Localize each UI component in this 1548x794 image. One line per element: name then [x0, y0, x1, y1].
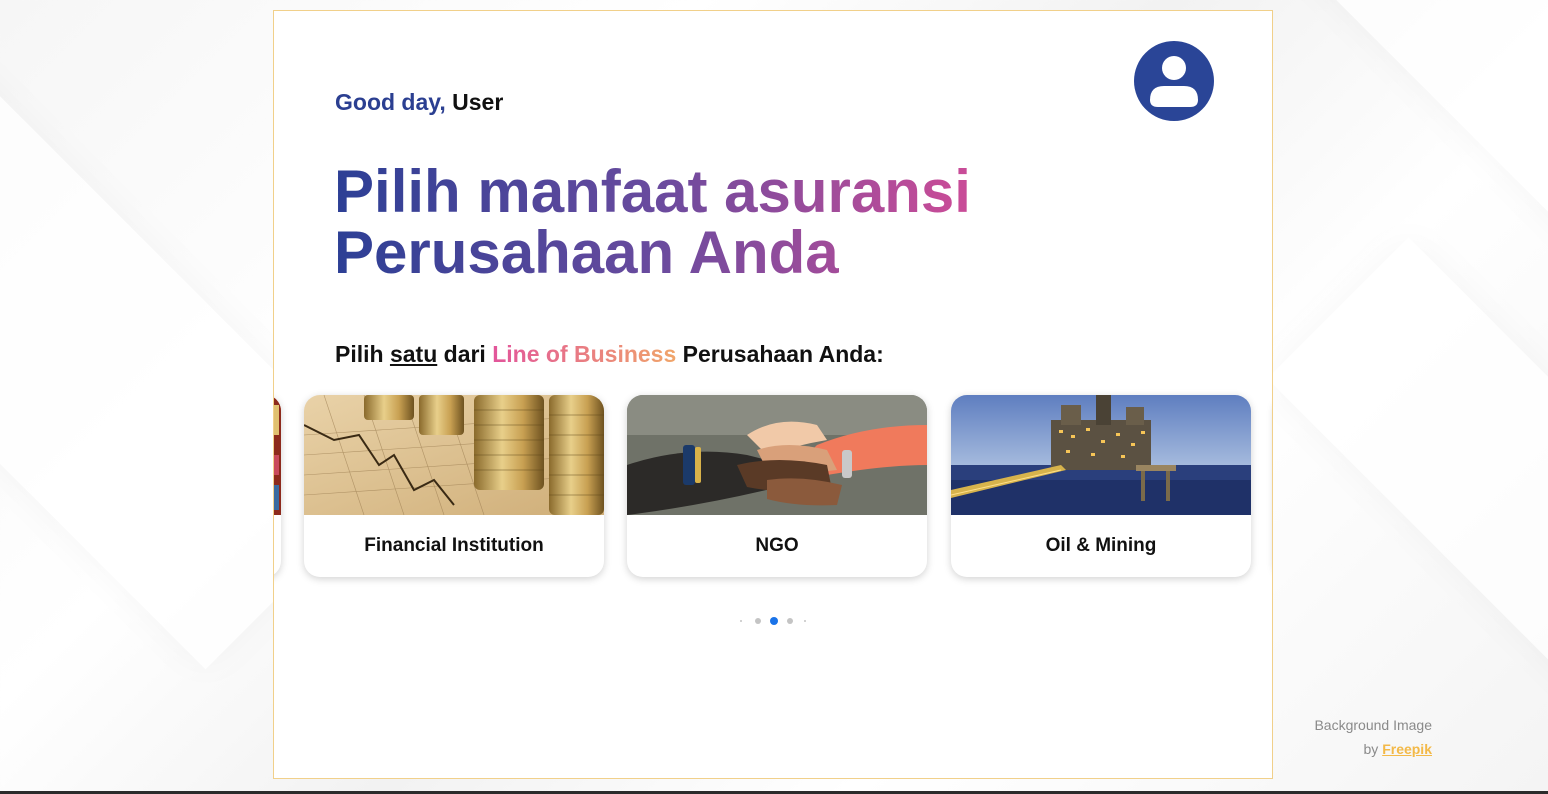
lob-card-ngo[interactable]: NGO	[627, 395, 927, 577]
main-panel: Good day, User Pilih manfaat asuransi Pe…	[273, 10, 1273, 779]
lob-card-label: Financial Institution	[364, 535, 544, 556]
greeting: Good day, User	[335, 89, 503, 116]
background-credit-line-2: by Freepik	[1364, 741, 1433, 757]
credit-by: by	[1363, 741, 1379, 757]
instruction-part-1: Pilih	[335, 341, 384, 367]
instruction-part-3: Perusahaan Anda:	[682, 341, 884, 367]
credit-text: Background Image	[1314, 717, 1432, 733]
freepik-link[interactable]: Freepik	[1382, 741, 1432, 757]
instruction-highlight: Line of Business	[492, 341, 677, 367]
greeting-user-name: User	[452, 89, 504, 115]
instruction-part-2: dari	[443, 341, 486, 367]
headline-line-1: Pilih manfaat asuransi	[334, 158, 971, 225]
instruction-underlined: satu	[389, 341, 438, 367]
lob-card-label: Oil & Mining	[1045, 535, 1157, 556]
stacked-hands-image	[627, 395, 927, 515]
carousel-card-previous[interactable]	[274, 395, 281, 577]
headline-line-2: Perusahaan Anda	[334, 219, 839, 286]
lob-card-label: NGO	[755, 535, 799, 556]
lob-card-oil-mining[interactable]: Oil & Mining	[951, 395, 1251, 577]
carousel-dot-3-active[interactable]	[770, 617, 778, 625]
carousel-dot-2[interactable]	[755, 618, 761, 624]
greeting-salutation: Good day,	[335, 89, 446, 115]
coins-chart-image	[304, 395, 604, 515]
carousel-dot-5[interactable]	[804, 620, 806, 622]
offshore-rig-image	[951, 395, 1251, 515]
carousel-pagination	[734, 615, 814, 627]
carousel-dot-4[interactable]	[787, 618, 793, 624]
lob-instruction: Pilih satu dari Line of Business Perusah…	[335, 341, 884, 368]
page-headline: Pilih manfaat asuransi Perusahaan Anda	[334, 161, 1054, 283]
lob-card-financial-institution[interactable]: Financial Institution	[304, 395, 604, 577]
user-avatar-icon[interactable]	[1134, 41, 1214, 121]
carousel-dot-1[interactable]	[740, 620, 742, 622]
background-credit-line-1: Background Image	[1314, 717, 1432, 733]
previous-card-image	[274, 395, 281, 515]
background-shape	[1267, 237, 1548, 794]
